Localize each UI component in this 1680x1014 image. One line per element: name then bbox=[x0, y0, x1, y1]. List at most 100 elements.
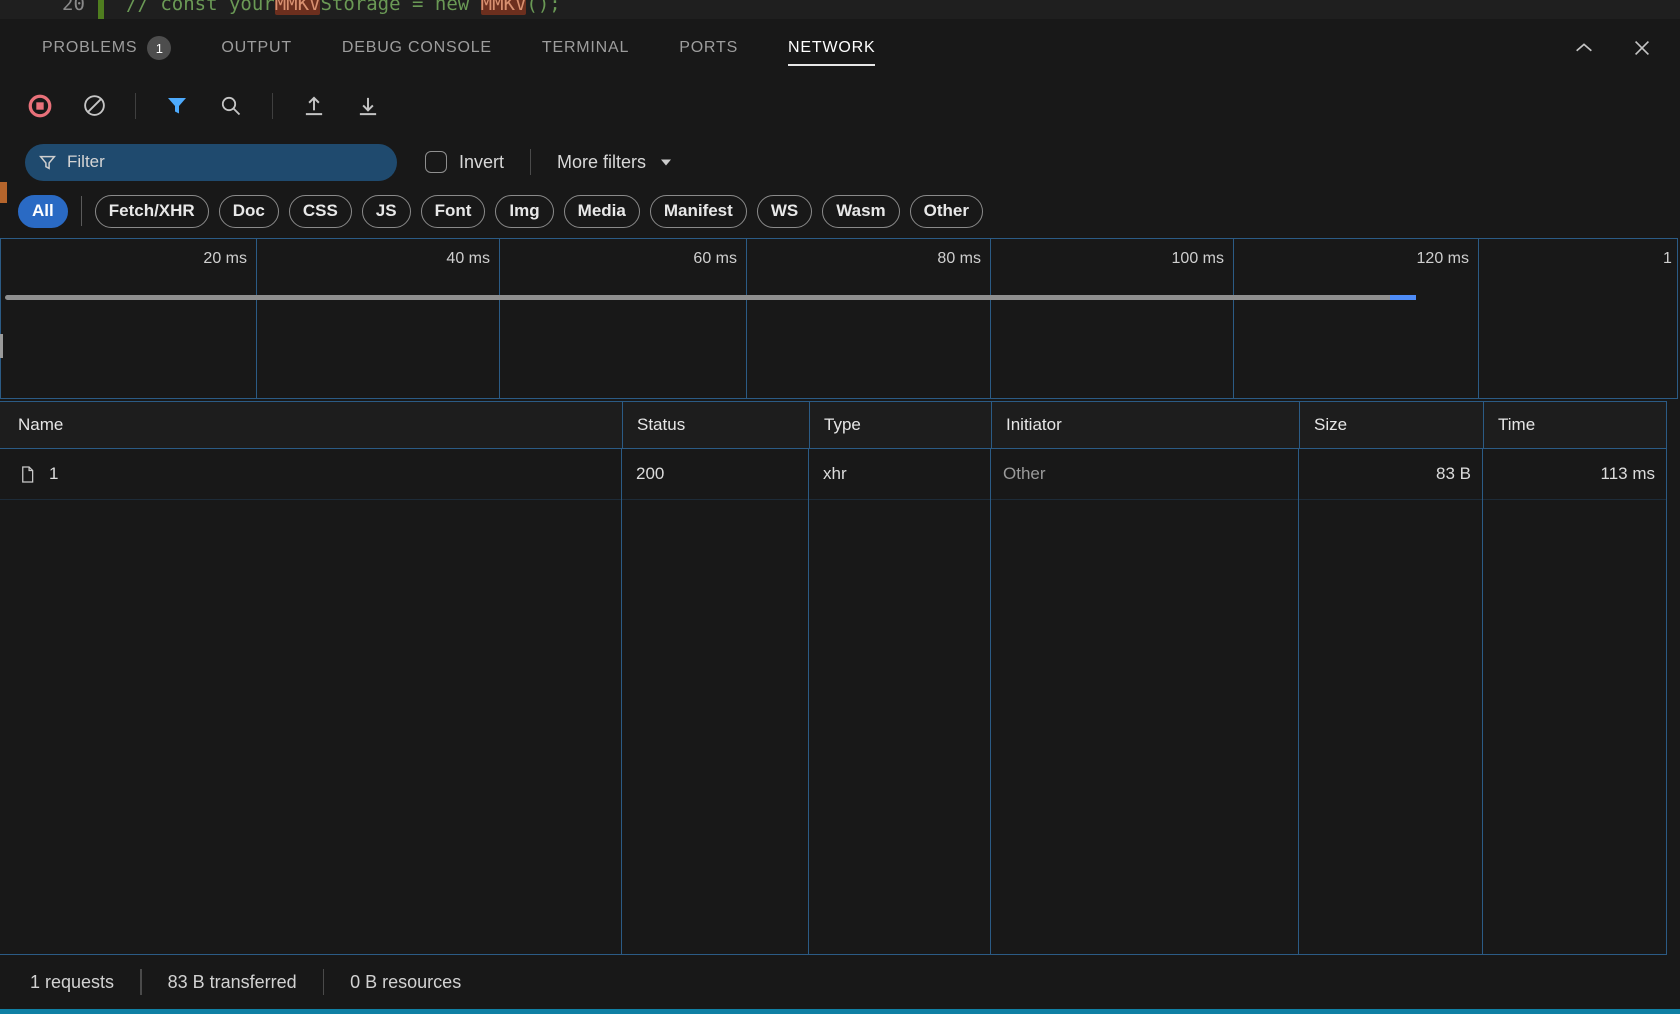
chip-manifest[interactable]: Manifest bbox=[650, 195, 747, 228]
chevron-up-icon[interactable] bbox=[1572, 36, 1596, 60]
toolbar-divider bbox=[272, 93, 273, 119]
column-divider bbox=[1298, 449, 1299, 954]
editor-strip: 20 // const yourMMKVStorage = new MMKV()… bbox=[0, 0, 1680, 19]
code-segment: // const your bbox=[126, 0, 275, 15]
timeline-gridline bbox=[746, 239, 747, 398]
timeline-domcontent-marker bbox=[1390, 295, 1416, 300]
chip-fetch-xhr[interactable]: Fetch/XHR bbox=[95, 195, 209, 228]
tab-label: NETWORK bbox=[788, 39, 875, 57]
column-header-name[interactable]: Name bbox=[0, 402, 622, 448]
resource-type-filter: All Fetch/XHR Doc CSS JS Font Img Media … bbox=[0, 188, 1680, 234]
requests-table-header: Name Status Type Initiator Size Time bbox=[0, 401, 1667, 449]
transferred-size: 83 B transferred bbox=[168, 972, 297, 993]
search-icon[interactable] bbox=[218, 93, 244, 119]
chip-css[interactable]: CSS bbox=[289, 195, 352, 228]
column-divider bbox=[808, 449, 809, 954]
tab-label: TERMINAL bbox=[542, 39, 629, 57]
timeline-tick-label: 20 ms bbox=[127, 250, 247, 268]
request-name-cell: 1 bbox=[0, 449, 622, 499]
close-icon[interactable] bbox=[1630, 36, 1654, 60]
column-header-initiator[interactable]: Initiator bbox=[991, 402, 1299, 448]
left-edge-tick bbox=[0, 334, 3, 358]
column-divider bbox=[1482, 449, 1483, 954]
filter-row: Filter Invert More filters bbox=[0, 134, 1680, 190]
tab-label: PROBLEMS bbox=[42, 39, 137, 57]
chevron-down-icon bbox=[658, 154, 674, 170]
chip-other[interactable]: Other bbox=[910, 195, 983, 228]
timeline-gridline bbox=[256, 239, 257, 398]
table-row[interactable]: 1 200 xhr Other 83 B 113 ms bbox=[0, 449, 1666, 500]
panel-controls bbox=[1572, 19, 1654, 77]
timeline-load-bar bbox=[5, 295, 1390, 300]
column-divider bbox=[990, 449, 991, 954]
chip-wasm[interactable]: Wasm bbox=[822, 195, 899, 228]
requests-table-body: 1 200 xhr Other 83 B 113 ms bbox=[0, 449, 1667, 955]
panel-bottom-border bbox=[0, 1009, 1680, 1014]
tab-label: DEBUG CONSOLE bbox=[342, 39, 492, 57]
code-line: // const yourMMKVStorage = new MMKV(); bbox=[126, 0, 561, 17]
record-icon[interactable] bbox=[27, 93, 53, 119]
tab-output[interactable]: OUTPUT bbox=[221, 19, 292, 77]
timeline-gridline bbox=[1233, 239, 1234, 398]
chip-img[interactable]: Img bbox=[495, 195, 553, 228]
timeline-tick-label: 100 ms bbox=[1104, 250, 1224, 268]
chip-js[interactable]: JS bbox=[362, 195, 411, 228]
tab-terminal[interactable]: TERMINAL bbox=[542, 19, 629, 77]
filter-input[interactable]: Filter bbox=[25, 144, 397, 181]
filter-placeholder: Filter bbox=[67, 152, 105, 172]
chip-ws[interactable]: WS bbox=[757, 195, 812, 228]
timeline-gridline bbox=[499, 239, 500, 398]
request-time-cell: 113 ms bbox=[1483, 449, 1667, 499]
chip-media[interactable]: Media bbox=[564, 195, 640, 228]
column-header-time[interactable]: Time bbox=[1483, 402, 1667, 448]
clear-icon[interactable] bbox=[81, 93, 107, 119]
code-segment-highlight: MMKV bbox=[481, 0, 527, 15]
network-status-bar: 1 requests 83 B transferred 0 B resource… bbox=[0, 955, 1680, 1009]
requests-count: 1 requests bbox=[30, 972, 114, 993]
timeline-gridline bbox=[1478, 239, 1479, 398]
panel-tab-bar: PROBLEMS 1 OUTPUT DEBUG CONSOLE TERMINAL… bbox=[0, 19, 1680, 77]
code-segment: = new bbox=[401, 0, 481, 15]
invert-label[interactable]: Invert bbox=[459, 152, 504, 173]
column-divider bbox=[621, 449, 622, 954]
file-icon bbox=[18, 465, 37, 484]
column-header-type[interactable]: Type bbox=[809, 402, 991, 448]
left-edge-marker bbox=[0, 182, 7, 203]
tab-label: OUTPUT bbox=[221, 39, 292, 57]
chip-font[interactable]: Font bbox=[421, 195, 486, 228]
line-number: 20 bbox=[62, 0, 85, 17]
network-toolbar bbox=[0, 77, 1680, 134]
request-initiator-cell: Other bbox=[991, 449, 1299, 499]
timeline-tick-label: 60 ms bbox=[617, 250, 737, 268]
request-name: 1 bbox=[49, 464, 58, 484]
request-size-cell: 83 B bbox=[1299, 449, 1483, 499]
timeline-tick-label: 80 ms bbox=[861, 250, 981, 268]
filter-icon[interactable] bbox=[164, 93, 190, 119]
chip-divider bbox=[81, 196, 82, 226]
status-divider bbox=[140, 969, 142, 995]
more-filters-button[interactable]: More filters bbox=[557, 152, 674, 173]
invert-checkbox[interactable] bbox=[425, 151, 447, 173]
network-overview-timeline[interactable]: 20 ms 40 ms 60 ms 80 ms 100 ms 120 ms 1 bbox=[0, 238, 1678, 399]
tab-debug-console[interactable]: DEBUG CONSOLE bbox=[342, 19, 492, 77]
column-header-size[interactable]: Size bbox=[1299, 402, 1483, 448]
code-segment: Storage bbox=[320, 0, 400, 15]
chip-doc[interactable]: Doc bbox=[219, 195, 279, 228]
tab-label: PORTS bbox=[679, 39, 738, 57]
request-status-cell: 200 bbox=[622, 449, 809, 499]
tab-ports[interactable]: PORTS bbox=[679, 19, 738, 77]
more-filters-label: More filters bbox=[557, 152, 646, 173]
timeline-tick-label: 40 ms bbox=[370, 250, 490, 268]
export-har-icon[interactable] bbox=[355, 93, 381, 119]
funnel-icon bbox=[39, 154, 56, 171]
tab-problems[interactable]: PROBLEMS 1 bbox=[42, 19, 171, 77]
chip-all[interactable]: All bbox=[18, 195, 68, 228]
column-header-status[interactable]: Status bbox=[622, 402, 809, 448]
request-type-cell: xhr bbox=[809, 449, 991, 499]
tab-network[interactable]: NETWORK bbox=[788, 19, 875, 77]
timeline-tick-label: 120 ms bbox=[1349, 250, 1469, 268]
code-segment-highlight: MMKV bbox=[275, 0, 321, 15]
timeline-gridline bbox=[990, 239, 991, 398]
import-har-icon[interactable] bbox=[301, 93, 327, 119]
resources-size: 0 B resources bbox=[350, 972, 461, 993]
